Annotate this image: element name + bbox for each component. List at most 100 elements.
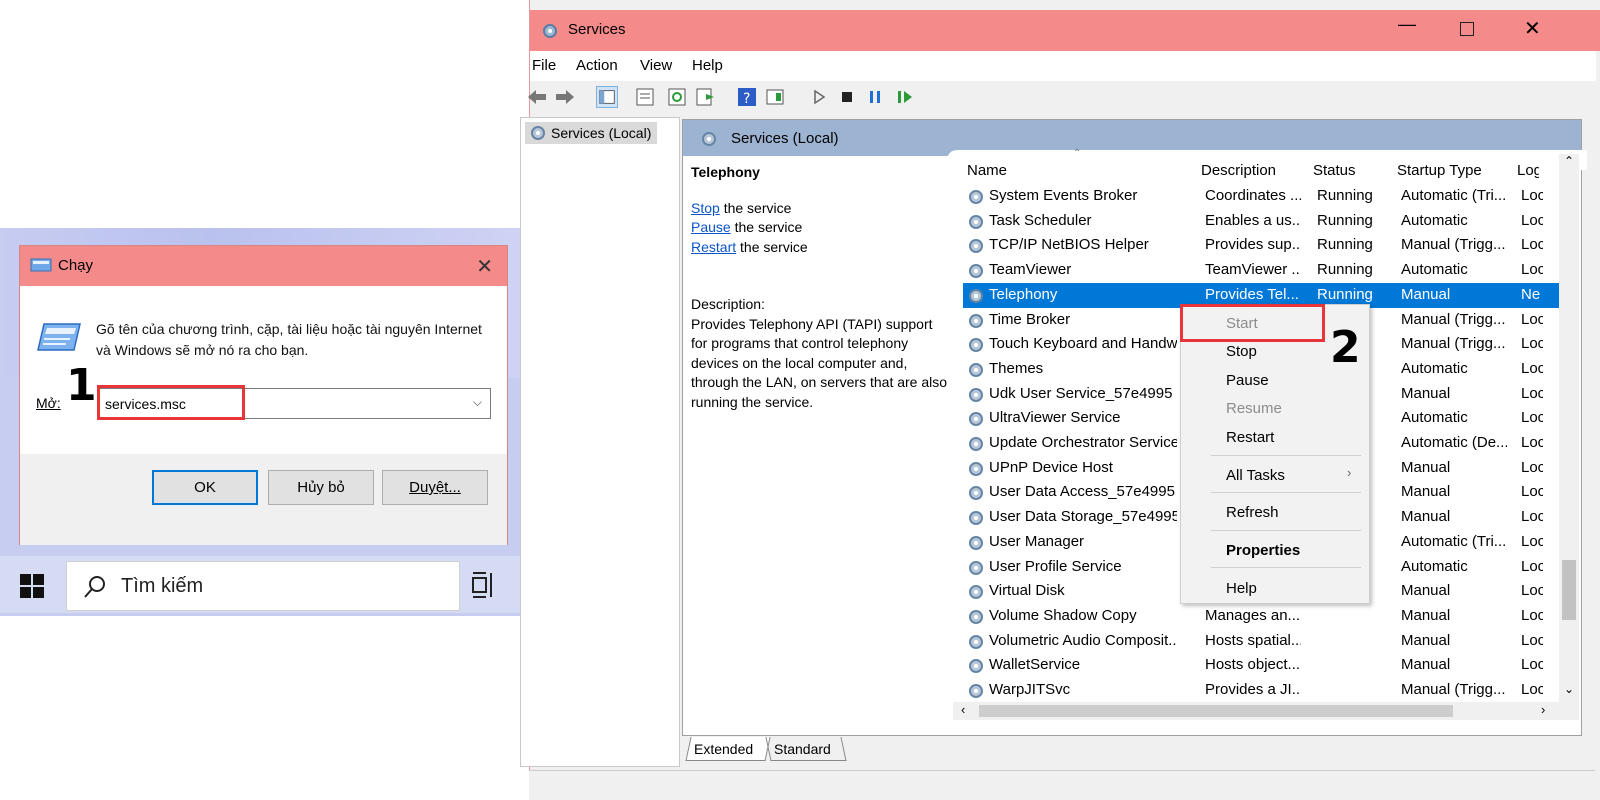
ctx-separator (1211, 492, 1361, 493)
services-title-bar: Services — ✕ (530, 10, 1600, 51)
service-row[interactable]: TeamViewer TeamViewer ... Running Automatic… (963, 258, 1559, 283)
service-row[interactable]: System Events Broker Coordinates ... Runni… (963, 184, 1559, 209)
column-description[interactable]: Description (1201, 162, 1276, 179)
service-log: Loc (1521, 211, 1543, 229)
scroll-right-icon[interactable]: › (1541, 702, 1545, 717)
service-row[interactable]: Volumetric Audio Composit... Hosts spatia… (963, 629, 1559, 654)
step-number-2: 2 (1330, 322, 1361, 373)
service-row[interactable]: TCP/IP NetBIOS Helper Provides sup... Runn… (963, 233, 1559, 258)
browse-button[interactable]: Duyệt... (382, 470, 488, 505)
ctx-properties[interactable]: Properties (1226, 542, 1300, 559)
services-gear-icon (543, 24, 557, 38)
taskbar-search-box[interactable]: Tìm kiếm (66, 561, 460, 611)
gear-icon (702, 132, 716, 146)
selected-service-name: Telephony (691, 164, 760, 180)
service-description: Provides a JI... (1205, 681, 1301, 698)
column-startup-type[interactable]: Startup Type (1397, 162, 1482, 179)
gear-icon (969, 412, 983, 427)
service-startup: Manual (1401, 582, 1451, 600)
refresh-icon[interactable] (666, 86, 688, 108)
ctx-pause[interactable]: Pause (1226, 372, 1269, 389)
task-view-icon[interactable] (472, 572, 494, 598)
gear-icon (969, 535, 983, 550)
service-description: Coordinates ... (1205, 187, 1301, 204)
service-status: Running (1317, 261, 1373, 279)
service-log: Loc (1521, 532, 1543, 550)
stop-link[interactable]: Stop (691, 200, 720, 216)
cancel-button[interactable]: Hủy bỏ (268, 470, 374, 505)
service-description: Provides Tel... (1205, 285, 1299, 303)
service-log: Loc (1521, 656, 1543, 674)
service-log: Loc (1521, 458, 1543, 476)
ctx-separator (1211, 567, 1361, 568)
close-icon[interactable]: ✕ (1524, 16, 1541, 41)
export-list-icon[interactable] (694, 86, 716, 108)
minimize-icon[interactable]: — (1398, 14, 1416, 35)
service-row[interactable]: Volume Shadow Copy Manages an... Manual Loc (963, 604, 1559, 629)
stop-service-icon[interactable] (836, 86, 858, 108)
ctx-help[interactable]: Help (1226, 580, 1257, 597)
service-row[interactable]: WarpJITSvc Provides a JI... Manual (Trigg.… (963, 678, 1559, 703)
menu-action[interactable]: Action (576, 57, 618, 74)
ctx-resume[interactable]: Resume (1226, 400, 1282, 417)
help-icon[interactable]: ? (736, 86, 758, 108)
service-log: Loc (1521, 310, 1543, 328)
scrollbar-thumb[interactable] (1562, 560, 1576, 620)
ctx-restart[interactable]: Restart (1226, 429, 1274, 446)
service-log: Loc (1521, 508, 1543, 526)
console-tree-icon[interactable] (596, 86, 618, 108)
hscrollbar-thumb[interactable] (979, 705, 1453, 717)
service-description: Hosts spatial... (1205, 631, 1301, 649)
menu-file[interactable]: File (532, 57, 556, 74)
maximize-icon[interactable] (1460, 22, 1474, 36)
service-row[interactable]: WalletService Hosts object... Manual Loc (963, 653, 1559, 678)
toolbar (530, 81, 1596, 115)
vertical-scrollbar[interactable]: ⌃ ⌄ (1559, 154, 1579, 720)
column-log-on-as[interactable]: Log (1517, 162, 1539, 179)
ok-button[interactable]: OK (152, 470, 258, 505)
forward-icon[interactable] (554, 86, 576, 108)
chevron-down-icon[interactable]: ⌵ (473, 395, 482, 410)
ctx-refresh[interactable]: Refresh (1226, 504, 1279, 521)
service-startup: Manual (Trigg... (1401, 236, 1506, 254)
service-description: Provides Telephony API (TAPI) support fo… (691, 315, 948, 410)
menu-bar: File Action View Help (530, 51, 1596, 81)
ctx-all-tasks[interactable]: All Tasks (1226, 467, 1285, 484)
ctx-stop[interactable]: Stop (1226, 343, 1257, 360)
step-number-1: 1 (66, 360, 97, 411)
scroll-left-icon[interactable]: ‹ (961, 702, 965, 717)
restart-service-icon[interactable] (894, 86, 916, 108)
service-row[interactable]: Task Scheduler Enables a us... Running Auto… (963, 209, 1559, 234)
horizontal-scrollbar[interactable]: ‹ › (953, 702, 1559, 720)
menu-view[interactable]: View (640, 57, 672, 74)
service-name: UltraViewer Service (989, 409, 1121, 427)
service-startup: Manual (Trigg... (1401, 310, 1506, 328)
service-description: Hosts object... (1205, 656, 1301, 674)
stop-line: Stop the service (691, 199, 949, 219)
restart-link[interactable]: Restart (691, 239, 736, 255)
gear-icon (969, 437, 983, 451)
column-status[interactable]: Status (1313, 162, 1356, 179)
service-log: Loc (1521, 606, 1543, 624)
tab-standard-label: Standard (774, 741, 831, 757)
service-name: Themes (989, 359, 1044, 377)
back-icon[interactable] (526, 86, 548, 108)
properties-sheet-icon[interactable] (634, 86, 656, 108)
search-icon (84, 576, 105, 598)
pause-link[interactable]: Pause (691, 219, 731, 235)
column-name[interactable]: Name (967, 162, 1007, 179)
tree-item-services-local[interactable]: Services (Local) (525, 122, 657, 144)
show-hide-pane-icon[interactable] (764, 86, 786, 108)
windows-start-icon[interactable] (20, 574, 44, 598)
service-startup: Manual (1401, 483, 1451, 501)
start-service-icon[interactable] (808, 86, 830, 108)
service-name: Udk User Service_57e4995 (989, 384, 1173, 402)
scroll-up-icon[interactable]: ⌃ (1564, 154, 1574, 168)
close-icon[interactable]: ✕ (476, 254, 493, 279)
menu-help[interactable]: Help (692, 57, 723, 74)
service-log: Loc (1521, 236, 1543, 254)
service-description: Provides sup... (1205, 236, 1301, 254)
pause-service-icon[interactable] (864, 86, 886, 108)
pause-line: Pause the service (691, 218, 949, 238)
scroll-down-icon[interactable]: ⌄ (1564, 682, 1574, 696)
